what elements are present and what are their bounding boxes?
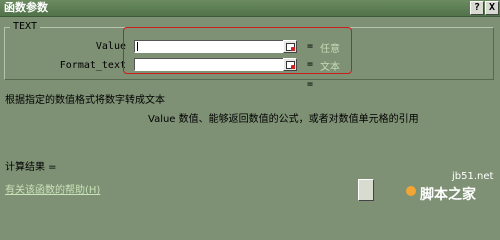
calculation-result: 计算结果 = [5, 162, 57, 173]
watermark-domain: jb51.net [452, 171, 494, 182]
text-caret [137, 42, 138, 51]
argument-group [4, 27, 494, 80]
ref-arrow-icon [291, 47, 295, 51]
format-text-input[interactable] [134, 58, 296, 71]
help-button[interactable]: ? [470, 1, 484, 15]
format-text-label: Format_text [59, 60, 126, 71]
function-help-link[interactable]: 有关该函数的帮助(H) [5, 181, 100, 196]
format-text-collapse-button[interactable] [283, 58, 297, 71]
group-label: TEXT [10, 21, 41, 32]
value-equals: = [307, 41, 314, 52]
ref-arrow-icon [291, 65, 295, 69]
format-text-equals: = [307, 59, 314, 70]
close-button[interactable]: X [485, 1, 499, 15]
ok-button[interactable] [358, 179, 374, 201]
window-title: 函数参数 [4, 1, 48, 14]
watermark-site-name: 脚本之家 [420, 187, 476, 203]
parameter-description: Value 数值、能够返回数值的公式，或者对数值单元格的引用 [148, 114, 419, 125]
function-description: 根据指定的数值格式将数字转成文本 [5, 95, 165, 106]
watermark-logo-icon [406, 186, 416, 196]
value-input[interactable] [134, 40, 296, 53]
format-text-result-hint: 文本 [320, 62, 340, 73]
title-bar: 函数参数 ? X [0, 0, 500, 17]
value-label: Value [95, 41, 126, 52]
value-result-hint: 任意 [320, 44, 340, 55]
value-collapse-button[interactable] [283, 40, 297, 53]
formula-result-equals: = [307, 79, 314, 90]
